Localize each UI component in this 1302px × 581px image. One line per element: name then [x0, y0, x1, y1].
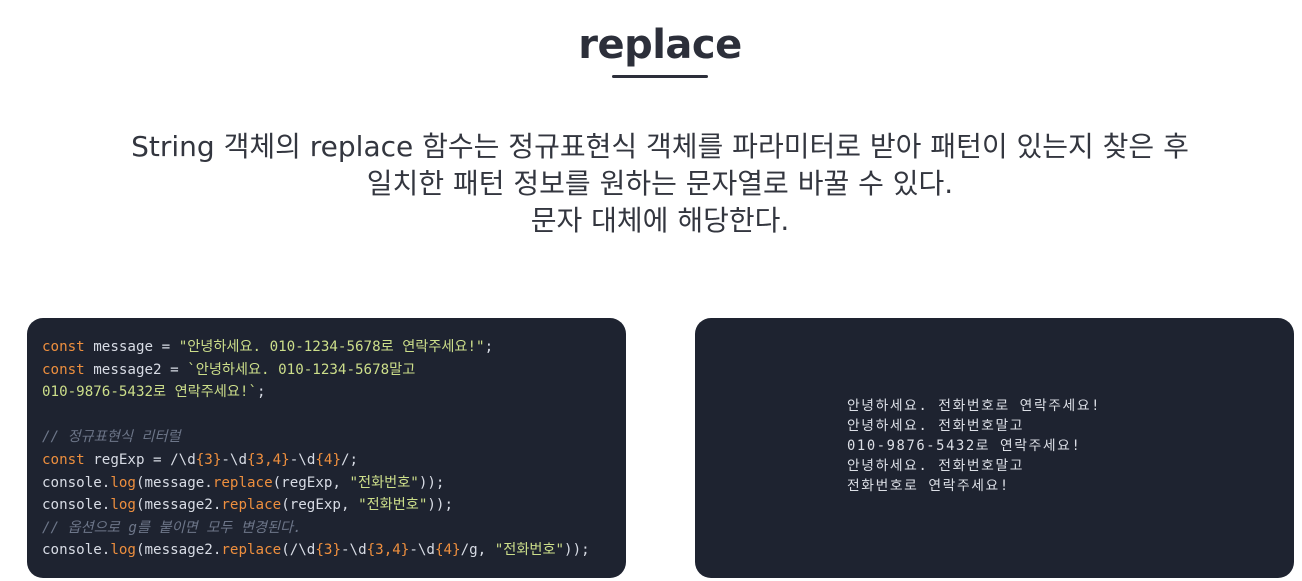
code-text: (message2.	[135, 542, 222, 559]
description: String 객체의 replace 함수는 정규표현식 객체를 파라미터로 받…	[0, 128, 1302, 239]
code-line: console.log(message2.replace(/\d{3}-\d{3…	[42, 539, 590, 562]
code-text: ;	[484, 339, 494, 355]
code-text: (/\d	[281, 542, 316, 559]
output-line: 안녕하세요. 전화번호말고	[847, 458, 1025, 474]
code-function: replace	[221, 497, 282, 514]
code-text: ));	[427, 497, 453, 514]
code-quantifier: {4}	[315, 451, 341, 468]
code-text: regExp = /\d	[84, 451, 196, 468]
code-line: const regExp = /\d{3}-\d{3,4}-\d{4}/;	[42, 449, 590, 472]
code-quantifier: {4}	[434, 542, 461, 559]
code-text: (message2.	[135, 497, 222, 514]
code-function: log	[110, 474, 136, 491]
code-function: replace	[212, 474, 273, 491]
code-line: // 정규표현식 리터럴	[42, 426, 590, 449]
description-line: String 객체의 replace 함수는 정규표현식 객체를 파라미터로 받…	[131, 130, 1189, 163]
code-text: (message.	[135, 474, 213, 491]
code-text: -\d	[340, 542, 367, 559]
output-line: 안녕하세요. 전화번호로 연락주세요!	[847, 398, 1102, 414]
code-text: (regExp,	[281, 497, 359, 514]
output-line: 010-9876-5432로 연락주세요!	[847, 438, 1082, 454]
code-text: /;	[340, 451, 359, 468]
code-quantifier: {3}	[315, 542, 341, 559]
console-output: 안녕하세요. 전화번호로 연락주세요! 안녕하세요. 전화번호말고 010-9876…	[847, 396, 1101, 496]
code-line: console.log(message2.replace(regExp, "전화…	[42, 494, 590, 517]
code-text: ));	[564, 542, 590, 559]
code-text: message =	[84, 339, 179, 355]
code-function: replace	[221, 542, 282, 559]
code-function: log	[110, 497, 136, 514]
code-text: (regExp,	[272, 474, 350, 491]
code-string: `안녕하세요. 010-1234-5678말고	[187, 361, 416, 378]
code-keyword: const	[42, 451, 85, 468]
code-text: -\d	[221, 451, 248, 468]
code-comment: // 옵션으로 g를 붙이면 모두 변경된다.	[42, 519, 302, 536]
code-line: 010-9876-5432로 연락주세요!`;	[42, 381, 590, 404]
code-block: const message = "안녕하세요. 010-1234-5678로 연…	[42, 336, 590, 562]
code-quantifier: {3,4}	[366, 542, 410, 559]
description-line: 일치한 패턴 정보를 원하는 문자열로 바꿀 수 있다.	[366, 167, 954, 200]
code-text: /g,	[460, 542, 495, 559]
code-line-empty	[42, 404, 590, 427]
code-line: const message2 = `안녕하세요. 010-1234-5678말고	[42, 359, 590, 382]
code-text: ;	[256, 384, 266, 401]
output-line: 안녕하세요. 전화번호말고	[847, 418, 1025, 434]
code-keyword: const	[42, 339, 85, 355]
code-text: ));	[418, 474, 445, 491]
code-string: "전화번호"	[358, 497, 428, 514]
code-quantifier: {3}	[195, 451, 222, 468]
code-line: console.log(message.replace(regExp, "전화번…	[42, 472, 590, 495]
code-line: // 옵션으로 g를 붙이면 모두 변경된다.	[42, 517, 590, 540]
code-text: console.	[42, 542, 111, 559]
code-text: -\d	[289, 451, 316, 468]
page-title: replace	[578, 22, 742, 68]
code-comment: // 정규표현식 리터럴	[42, 429, 181, 446]
code-panel: const message = "안녕하세요. 010-1234-5678로 연…	[27, 318, 626, 578]
code-text: console.	[42, 497, 111, 514]
code-quantifier: {3,4}	[247, 451, 290, 468]
code-text: message2 =	[84, 361, 188, 378]
output-panel: 안녕하세요. 전화번호로 연락주세요! 안녕하세요. 전화번호말고 010-9876…	[695, 318, 1294, 578]
code-text: console.	[42, 474, 111, 491]
title-underline	[612, 75, 708, 78]
code-string: "전화번호"	[494, 542, 565, 559]
description-line: 문자 대체에 해당한다.	[530, 204, 790, 237]
code-string: 010-9876-5432로 연락주세요!`	[42, 384, 257, 401]
code-text: -\d	[409, 542, 435, 559]
output-line: 전화번호로 연락주세요!	[847, 478, 1010, 494]
code-keyword: const	[42, 361, 85, 378]
code-line: const message = "안녕하세요. 010-1234-5678로 연…	[42, 336, 590, 359]
code-string: "전화번호"	[349, 474, 419, 491]
code-string: "안녕하세요. 010-1234-5678로 연락주세요!"	[178, 339, 485, 355]
code-function: log	[110, 542, 136, 559]
